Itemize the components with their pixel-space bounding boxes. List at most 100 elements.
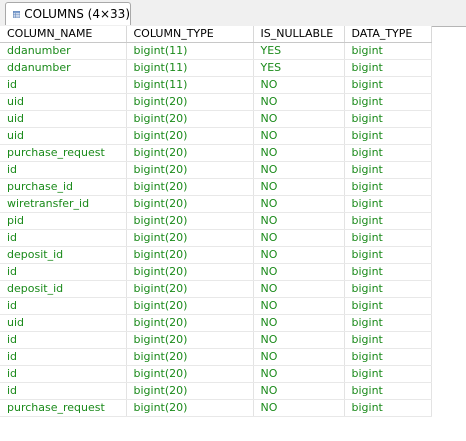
data-type-cell[interactable]: bigint <box>344 382 432 400</box>
is-nullable-cell[interactable]: NO <box>253 76 345 94</box>
column-name-cell[interactable]: purchase_id <box>0 178 127 196</box>
column-type-cell[interactable]: bigint(20) <box>126 399 254 417</box>
column-name-cell[interactable]: id <box>0 161 127 179</box>
column-type-cell[interactable]: bigint(20) <box>126 263 254 281</box>
is-nullable-cell[interactable]: NO <box>253 93 345 111</box>
is-nullable-cell[interactable]: YES <box>253 42 345 60</box>
table-row[interactable]: purchase_request bigint(20) NO bigint <box>0 399 432 417</box>
is-nullable-cell[interactable]: NO <box>253 314 345 332</box>
is-nullable-cell[interactable]: NO <box>253 365 345 383</box>
data-type-cell[interactable]: bigint <box>344 59 432 77</box>
column-type-cell[interactable]: bigint(11) <box>126 76 254 94</box>
is-nullable-cell[interactable]: NO <box>253 127 345 145</box>
column-type-header[interactable]: COLUMN_TYPE <box>126 26 254 43</box>
column-type-cell[interactable]: bigint(20) <box>126 297 254 315</box>
table-row[interactable]: id bigint(20) NO bigint <box>0 365 432 383</box>
column-name-cell[interactable]: id <box>0 229 127 247</box>
data-type-cell[interactable]: bigint <box>344 144 432 162</box>
column-type-cell[interactable]: bigint(20) <box>126 280 254 298</box>
column-name-cell[interactable]: ddanumber <box>0 42 127 60</box>
is-nullable-cell[interactable]: NO <box>253 297 345 315</box>
column-type-cell[interactable]: bigint(20) <box>126 144 254 162</box>
data-type-cell[interactable]: bigint <box>344 246 432 264</box>
column-name-cell[interactable]: deposit_id <box>0 246 127 264</box>
is-nullable-cell[interactable]: NO <box>253 110 345 128</box>
table-row[interactable]: wiretransfer_id bigint(20) NO bigint <box>0 195 432 213</box>
data-type-cell[interactable]: bigint <box>344 280 432 298</box>
column-type-cell[interactable]: bigint(20) <box>126 93 254 111</box>
column-type-cell[interactable]: bigint(20) <box>126 127 254 145</box>
data-type-cell[interactable]: bigint <box>344 399 432 417</box>
column-name-cell[interactable]: id <box>0 263 127 281</box>
table-row[interactable]: deposit_id bigint(20) NO bigint <box>0 246 432 264</box>
data-type-cell[interactable]: bigint <box>344 178 432 196</box>
table-row[interactable]: id bigint(20) NO bigint <box>0 263 432 281</box>
data-type-cell[interactable]: bigint <box>344 42 432 60</box>
column-name-cell[interactable]: id <box>0 348 127 366</box>
data-type-cell[interactable]: bigint <box>344 365 432 383</box>
is-nullable-cell[interactable]: NO <box>253 178 345 196</box>
column-name-cell[interactable]: purchase_request <box>0 399 127 417</box>
is-nullable-header[interactable]: IS_NULLABLE <box>253 26 345 43</box>
is-nullable-cell[interactable]: NO <box>253 212 345 230</box>
data-type-cell[interactable]: bigint <box>344 161 432 179</box>
column-name-cell[interactable]: uid <box>0 93 127 111</box>
data-type-cell[interactable]: bigint <box>344 195 432 213</box>
is-nullable-cell[interactable]: NO <box>253 348 345 366</box>
column-name-header[interactable]: COLUMN_NAME <box>0 26 127 43</box>
data-type-cell[interactable]: bigint <box>344 127 432 145</box>
is-nullable-cell[interactable]: NO <box>253 229 345 247</box>
column-name-cell[interactable]: id <box>0 76 127 94</box>
data-type-cell[interactable]: bigint <box>344 314 432 332</box>
data-type-cell[interactable]: bigint <box>344 110 432 128</box>
data-type-cell[interactable]: bigint <box>344 93 432 111</box>
table-row[interactable]: ddanumber bigint(11) YES bigint <box>0 59 432 77</box>
column-type-cell[interactable]: bigint(11) <box>126 42 254 60</box>
column-name-cell[interactable]: purchase_request <box>0 144 127 162</box>
tab-columns[interactable]: COLUMNS (4×33) <box>5 2 131 25</box>
column-name-cell[interactable]: wiretransfer_id <box>0 195 127 213</box>
is-nullable-cell[interactable]: NO <box>253 246 345 264</box>
table-row[interactable]: id bigint(20) NO bigint <box>0 161 432 179</box>
column-type-cell[interactable]: bigint(20) <box>126 229 254 247</box>
column-type-cell[interactable]: bigint(20) <box>126 365 254 383</box>
table-row[interactable]: id bigint(20) NO bigint <box>0 229 432 247</box>
column-name-cell[interactable]: id <box>0 297 127 315</box>
table-row[interactable]: pid bigint(20) NO bigint <box>0 212 432 230</box>
data-type-cell[interactable]: bigint <box>344 263 432 281</box>
column-name-cell[interactable]: uid <box>0 110 127 128</box>
column-type-cell[interactable]: bigint(20) <box>126 348 254 366</box>
table-row[interactable]: uid bigint(20) NO bigint <box>0 93 432 111</box>
column-name-cell[interactable]: ddanumber <box>0 59 127 77</box>
column-type-cell[interactable]: bigint(20) <box>126 161 254 179</box>
table-row[interactable]: uid bigint(20) NO bigint <box>0 110 432 128</box>
column-name-cell[interactable]: id <box>0 331 127 349</box>
data-type-header[interactable]: DATA_TYPE <box>344 26 432 43</box>
data-type-cell[interactable]: bigint <box>344 297 432 315</box>
column-type-cell[interactable]: bigint(20) <box>126 246 254 264</box>
table-row[interactable]: id bigint(20) NO bigint <box>0 297 432 315</box>
table-row[interactable]: purchase_id bigint(20) NO bigint <box>0 178 432 196</box>
column-name-cell[interactable]: uid <box>0 314 127 332</box>
column-type-cell[interactable]: bigint(20) <box>126 331 254 349</box>
column-type-cell[interactable]: bigint(11) <box>126 59 254 77</box>
table-row[interactable]: purchase_request bigint(20) NO bigint <box>0 144 432 162</box>
is-nullable-cell[interactable]: NO <box>253 144 345 162</box>
data-type-cell[interactable]: bigint <box>344 331 432 349</box>
table-row[interactable]: ddanumber bigint(11) YES bigint <box>0 42 432 60</box>
data-type-cell[interactable]: bigint <box>344 76 432 94</box>
is-nullable-cell[interactable]: NO <box>253 195 345 213</box>
is-nullable-cell[interactable]: NO <box>253 263 345 281</box>
is-nullable-cell[interactable]: NO <box>253 382 345 400</box>
table-row[interactable]: uid bigint(20) NO bigint <box>0 127 432 145</box>
column-name-cell[interactable]: pid <box>0 212 127 230</box>
column-type-cell[interactable]: bigint(20) <box>126 195 254 213</box>
column-type-cell[interactable]: bigint(20) <box>126 382 254 400</box>
table-row[interactable]: deposit_id bigint(20) NO bigint <box>0 280 432 298</box>
column-name-cell[interactable]: uid <box>0 127 127 145</box>
column-name-cell[interactable]: id <box>0 365 127 383</box>
data-type-cell[interactable]: bigint <box>344 348 432 366</box>
table-row[interactable]: id bigint(20) NO bigint <box>0 348 432 366</box>
is-nullable-cell[interactable]: NO <box>253 280 345 298</box>
column-type-cell[interactable]: bigint(20) <box>126 314 254 332</box>
